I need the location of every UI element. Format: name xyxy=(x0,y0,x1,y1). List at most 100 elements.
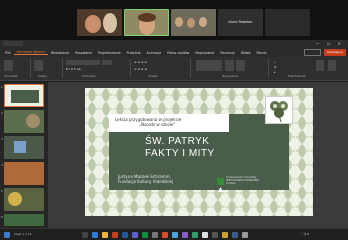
tab-insert[interactable]: Wstawianie xyxy=(48,51,72,55)
group-clipboard: Schowek xyxy=(4,74,18,78)
thumb-number: 6 xyxy=(1,215,3,219)
title-bar: — ☐ ✕ xyxy=(0,40,348,48)
teams-icon[interactable] xyxy=(132,232,138,238)
ribbon-separator xyxy=(190,59,191,78)
ribbon: Schowek Slajdy B I U S ab Czcionka ≡ ≡ ≡… xyxy=(0,57,348,81)
tab-help[interactable]: Pomoc xyxy=(253,51,270,55)
slide-title[interactable]: ŚW. PATRYK FAKTY I MITY xyxy=(145,136,265,160)
group-slides: Slajdy xyxy=(38,74,48,78)
system-tray-icons[interactable]: ⌃ ◔ ⧉ xyxy=(300,232,309,236)
thumb-number: 2 xyxy=(1,111,3,115)
author-line-2: Fundacja Kultury Irlandzkiej xyxy=(118,179,174,184)
thumb-number: 3 xyxy=(1,137,3,141)
slide-thumbnail-2[interactable] xyxy=(4,110,44,133)
windows-start-icon[interactable] xyxy=(4,232,10,238)
thumb-number: 1 xyxy=(1,85,3,89)
quick-styles-button[interactable] xyxy=(236,60,245,71)
app-icon[interactable] xyxy=(172,232,178,238)
app-icon[interactable] xyxy=(212,232,218,238)
ribbon-separator xyxy=(130,59,131,78)
arrange-button[interactable] xyxy=(225,60,234,71)
powerpoint-icon[interactable] xyxy=(112,232,118,238)
autosave-toggle[interactable] xyxy=(3,41,23,46)
new-slide-button[interactable] xyxy=(34,60,43,71)
tab-draw[interactable]: Rysowanie xyxy=(72,51,95,55)
foundation-logo-text: Fundacja Kultury Irlandzkiej IRISH CULTU… xyxy=(226,176,259,185)
ribbon-separator xyxy=(62,59,63,78)
paste-button[interactable] xyxy=(4,60,13,71)
participant-tile-named[interactable]: Anna Pawelec xyxy=(218,9,263,36)
dictate-button[interactable] xyxy=(316,60,324,71)
participant-tile-5[interactable] xyxy=(265,9,310,36)
app-icon[interactable] xyxy=(242,232,248,238)
shapes-gallery[interactable] xyxy=(196,60,222,71)
participant-tile-3[interactable] xyxy=(171,9,216,36)
current-slide[interactable]: Lekcja przygotowana w projekcie „Narodz … xyxy=(85,88,313,216)
excel-icon[interactable] xyxy=(142,232,148,238)
replace-icon[interactable]: ⇄ xyxy=(274,65,277,69)
record-button[interactable] xyxy=(304,49,321,56)
thumb-number: 5 xyxy=(1,189,3,193)
tab-home[interactable]: Narzędzia główne xyxy=(13,50,48,55)
video-call-strip: Anna Pawelec xyxy=(0,0,348,40)
ribbon-tabs: Plik Narzędzia główne Wstawianie Rysowan… xyxy=(0,48,348,57)
font-size-box[interactable] xyxy=(102,60,112,65)
group-font: Czcionka xyxy=(82,74,96,78)
tab-slideshow[interactable]: Pokaz slajdów xyxy=(164,51,192,55)
share-button[interactable]: Udostępnij xyxy=(324,49,346,56)
slide-counter: Slajd 1 z 12 xyxy=(14,232,32,236)
app-icon[interactable] xyxy=(192,232,198,238)
shamrock-image[interactable] xyxy=(265,96,293,124)
app-icon[interactable] xyxy=(162,232,168,238)
slide-editor: Lekcja przygotowana w projekcie „Narodz … xyxy=(48,82,348,228)
app-icon[interactable] xyxy=(152,232,158,238)
slide-thumbnail-1[interactable] xyxy=(4,84,44,107)
group-drawing: Rysowanie xyxy=(222,74,238,78)
title-line-1: ŚW. PATRYK xyxy=(145,136,210,147)
slide-thumbnail-3[interactable] xyxy=(4,136,44,159)
find-icon[interactable]: ⌕ xyxy=(274,60,276,64)
slide-thumbnails-pane: 1 2 3 4 5 6 xyxy=(0,82,48,228)
tab-design[interactable]: Projektowanie xyxy=(95,51,123,55)
font-format-icons[interactable]: B I U S ab xyxy=(66,67,81,71)
shamrock-icon xyxy=(270,101,288,123)
screen: Anna Pawelec — ☐ ✕ Plik Narzędzia główne… xyxy=(0,0,348,240)
slide-thumbnail-4[interactable] xyxy=(4,162,44,185)
tab-file[interactable]: Plik xyxy=(2,51,14,55)
header-line-2: „Narodz w szkole” xyxy=(139,122,176,127)
app-icon[interactable] xyxy=(202,232,208,238)
paragraph-icons[interactable]: ≡ ≡ ≡ ≡ xyxy=(134,60,147,64)
ribbon-separator xyxy=(268,59,269,78)
slide-thumbnail-6[interactable] xyxy=(4,214,44,226)
window-controls[interactable]: — ☐ ✕ xyxy=(316,41,344,46)
tab-record[interactable]: Nagrywanie xyxy=(192,51,217,55)
thumb-number: 4 xyxy=(1,163,3,167)
search-icon[interactable] xyxy=(82,232,88,238)
app-icon[interactable] xyxy=(222,232,228,238)
tab-view[interactable]: Widok xyxy=(238,51,254,55)
tab-animations[interactable]: Animacje xyxy=(144,51,165,55)
participant-tile-active[interactable] xyxy=(124,9,169,36)
project-header-text: Lekcja przygotowana w projekcie „Narodz … xyxy=(115,117,181,127)
designer-button[interactable] xyxy=(328,60,336,71)
app-icon[interactable] xyxy=(232,232,238,238)
align-icons[interactable]: ≡ ≡ ≡ ≡ xyxy=(134,67,147,71)
select-icon[interactable]: ▸ xyxy=(274,70,276,74)
font-name-box[interactable] xyxy=(66,60,100,65)
slide-thumbnail-5[interactable] xyxy=(4,188,44,211)
foundation-logo-icon xyxy=(217,178,224,192)
title-line-2: FAKTY I MITY xyxy=(145,148,215,159)
participant-name: Anna Pawelec xyxy=(228,20,253,24)
edge-icon[interactable] xyxy=(92,232,98,238)
slide-authors[interactable]: Justyna Maszek-Schramm, Fundacja Kultury… xyxy=(118,174,173,184)
tab-transitions[interactable]: Przejścia xyxy=(124,51,144,55)
tab-review[interactable]: Recenzja xyxy=(217,51,237,55)
app-icon[interactable] xyxy=(182,232,188,238)
group-editing: Edytowanie xyxy=(288,74,306,78)
folder-icon[interactable] xyxy=(102,232,108,238)
group-paragraph: Akapit xyxy=(148,74,158,78)
logo-line-3: w Polsce xyxy=(226,181,236,185)
taskbar: Slajd 1 z 12 ⌃ ◔ ⧉ xyxy=(0,228,348,240)
participant-tile-1[interactable] xyxy=(77,9,122,36)
word-icon[interactable] xyxy=(122,232,128,238)
